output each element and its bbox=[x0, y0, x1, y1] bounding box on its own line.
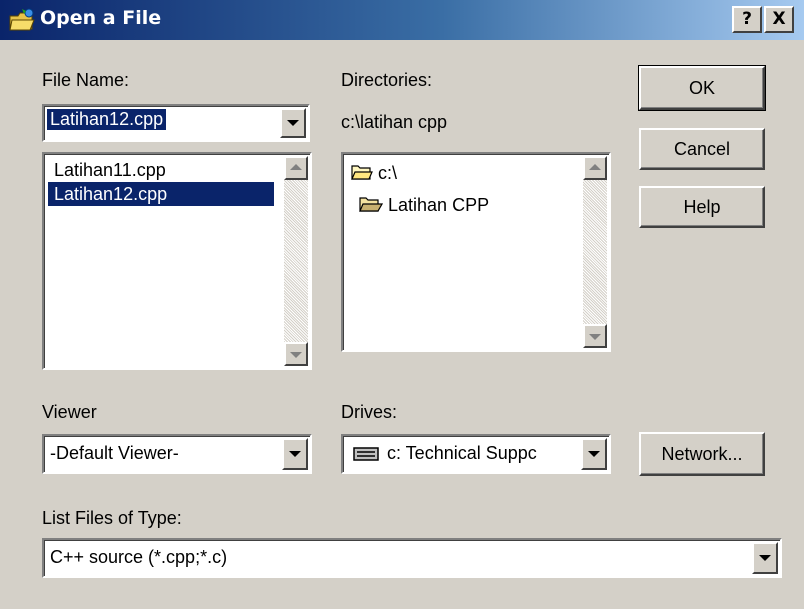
help-button-label: Help bbox=[683, 197, 721, 217]
arrow-down-icon bbox=[589, 334, 601, 340]
title-bar[interactable]: Open a File ? X bbox=[0, 0, 804, 40]
arrow-up-icon bbox=[589, 164, 601, 170]
open-file-app-icon bbox=[9, 8, 35, 31]
scroll-up-button[interactable] bbox=[583, 156, 607, 180]
arrow-down-icon bbox=[290, 352, 302, 358]
ok-button-label: OK bbox=[688, 78, 715, 98]
help-title-button[interactable]: ? bbox=[732, 6, 762, 33]
drives-value: c: Technical Suppc bbox=[387, 443, 537, 463]
open-folder-icon bbox=[351, 165, 373, 180]
list-item-file-0[interactable]: Latihan11.cpp bbox=[48, 158, 172, 182]
viewer-value: -Default Viewer- bbox=[50, 443, 179, 463]
network-button[interactable]: Network... bbox=[639, 432, 765, 476]
scroll-up-button[interactable] bbox=[284, 156, 308, 180]
file-list-scrollbar[interactable] bbox=[284, 156, 308, 366]
cancel-button[interactable]: Cancel bbox=[639, 128, 765, 170]
viewer-dropdown-button[interactable] bbox=[282, 438, 308, 470]
drives-combobox[interactable]: c: Technical Suppc bbox=[341, 434, 611, 474]
file-type-label: List Files of Type: bbox=[42, 508, 182, 528]
scroll-down-button[interactable] bbox=[284, 342, 308, 366]
viewer-label: Viewer bbox=[42, 402, 97, 422]
file-name-label: File Name: bbox=[42, 70, 130, 90]
directory-tree-scrollbar[interactable] bbox=[583, 156, 607, 348]
arrow-up-icon bbox=[290, 164, 302, 170]
drives-label: Drives: bbox=[341, 402, 398, 422]
file-type-dropdown-button[interactable] bbox=[752, 542, 778, 574]
file-name-input[interactable]: Latihan12.cpp bbox=[47, 109, 167, 130]
drives-dropdown-button[interactable] bbox=[581, 438, 607, 470]
tree-item-root-label: c:\ bbox=[378, 163, 398, 183]
tree-item-latihan-cpp[interactable]: Latihan CPP bbox=[359, 192, 489, 218]
chevron-down-icon bbox=[588, 451, 600, 457]
network-button-label: Network... bbox=[661, 444, 743, 464]
chevron-down-icon bbox=[289, 451, 301, 457]
file-name-dropdown-button[interactable] bbox=[280, 108, 306, 138]
file-type-combobox[interactable]: C++ source (*.cpp;*.c) bbox=[42, 538, 782, 578]
window-title: Open a File bbox=[40, 7, 162, 29]
close-title-button[interactable]: X bbox=[764, 6, 794, 33]
help-button[interactable]: Help bbox=[639, 186, 765, 228]
file-type-value: C++ source (*.cpp;*.c) bbox=[50, 547, 228, 567]
directories-label: Directories: bbox=[341, 70, 433, 90]
drive-icon bbox=[353, 447, 379, 461]
ok-button[interactable]: OK bbox=[638, 65, 766, 111]
scroll-down-button[interactable] bbox=[583, 324, 607, 348]
file-name-combobox[interactable]: Latihan12.cpp bbox=[42, 104, 310, 142]
open-folder-icon bbox=[359, 197, 384, 212]
tree-item-latihan-cpp-label: Latihan CPP bbox=[388, 195, 490, 215]
current-directory-path: c:\latihan cpp bbox=[341, 112, 448, 132]
list-item-file-1[interactable]: Latihan12.cpp bbox=[48, 182, 274, 206]
chevron-down-icon bbox=[759, 555, 771, 561]
cancel-button-label: Cancel bbox=[673, 139, 731, 159]
file-list[interactable]: Latihan11.cpp Latihan12.cpp bbox=[42, 152, 312, 370]
chevron-down-icon bbox=[287, 120, 299, 126]
tree-item-root[interactable]: c:\ bbox=[351, 160, 397, 186]
viewer-combobox[interactable]: -Default Viewer- bbox=[42, 434, 312, 474]
directory-tree[interactable]: c:\ Latihan CPP bbox=[341, 152, 611, 352]
